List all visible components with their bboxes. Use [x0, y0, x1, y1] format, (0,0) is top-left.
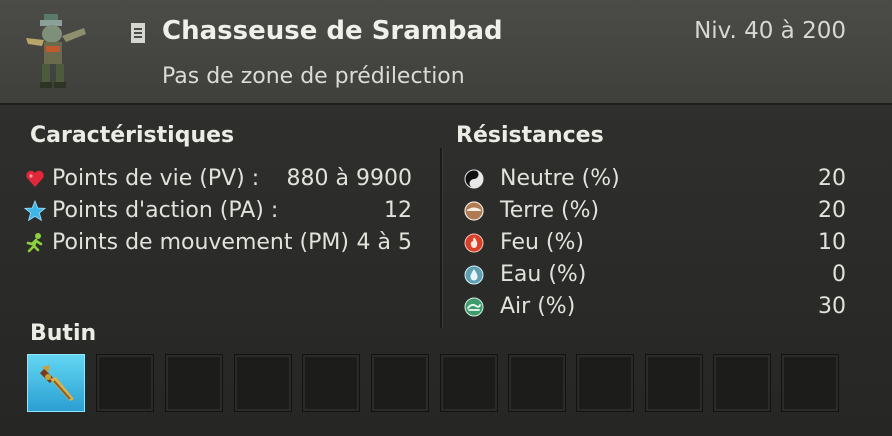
resistance-row-water: Eau (%) 0 — [464, 262, 848, 292]
loot-title: Butin — [30, 321, 97, 346]
loot-slot[interactable] — [234, 354, 292, 412]
water-drop-icon — [464, 265, 484, 285]
stat-row-pa: Points d'action (PA) : 12 — [24, 198, 420, 228]
resistances-title: Résistances — [456, 123, 604, 148]
characteristics-title: Caractéristiques — [30, 123, 235, 148]
resistance-value: 0 — [832, 262, 846, 287]
loot-slot[interactable] — [713, 354, 771, 412]
resistance-label: Feu (%) — [500, 230, 584, 255]
resistance-value: 20 — [818, 198, 846, 223]
resistance-row-earth: Terre (%) 20 — [464, 198, 848, 228]
monster-name: Chasseuse de Srambad — [162, 16, 503, 46]
fire-icon — [464, 233, 484, 253]
loot-slot[interactable] — [576, 354, 634, 412]
resistance-row-fire: Feu (%) 10 — [464, 230, 848, 260]
stat-value: 880 à 9900 — [286, 166, 412, 191]
stat-row-pm: Points de mouvement (PM) 4 à 5 — [24, 230, 420, 260]
loot-slot[interactable] — [645, 354, 703, 412]
loot-slot[interactable] — [371, 354, 429, 412]
air-icon — [464, 297, 484, 317]
resistance-label: Eau (%) — [500, 262, 587, 287]
monster-header: Chasseuse de Srambad Niv. 40 à 200 Pas d… — [0, 0, 892, 105]
monster-portrait — [26, 14, 86, 88]
dagger-icon — [39, 365, 74, 401]
loot-slot[interactable] — [96, 354, 154, 412]
stat-row-pv: Points de vie (PV) : 880 à 9900 — [24, 166, 420, 196]
column-divider — [440, 148, 442, 328]
heart-icon — [26, 170, 44, 187]
monster-level-range: Niv. 40 à 200 — [694, 18, 846, 44]
stat-label: Points d'action (PA) : — [52, 198, 279, 223]
resistance-label: Air (%) — [500, 294, 576, 319]
loot-slot[interactable] — [302, 354, 360, 412]
stat-label: Points de mouvement (PM) — [52, 230, 349, 255]
resistance-label: Terre (%) — [500, 198, 600, 223]
stat-value: 4 à 5 — [356, 230, 412, 255]
resistance-row-air: Air (%) 30 — [464, 294, 848, 324]
earth-icon — [464, 201, 484, 221]
stat-label: Points de vie (PV) : — [52, 166, 260, 191]
resistance-value: 30 — [818, 294, 846, 319]
resistance-value: 20 — [818, 166, 846, 191]
neutral-yin-yang-icon — [464, 169, 484, 189]
monster-zone: Pas de zone de prédilection — [162, 64, 465, 89]
star-icon — [24, 200, 46, 222]
resistance-label: Neutre (%) — [500, 166, 620, 191]
loot-slot[interactable] — [27, 354, 85, 412]
document-icon[interactable] — [130, 22, 146, 44]
loot-slot[interactable] — [508, 354, 566, 412]
running-man-icon — [26, 233, 43, 253]
loot-slot[interactable] — [781, 354, 839, 412]
loot-slot[interactable] — [165, 354, 223, 412]
resistance-row-neutral: Neutre (%) 20 — [464, 166, 848, 196]
loot-slot[interactable] — [440, 354, 498, 412]
stat-value: 12 — [384, 198, 412, 223]
resistance-value: 10 — [818, 230, 846, 255]
